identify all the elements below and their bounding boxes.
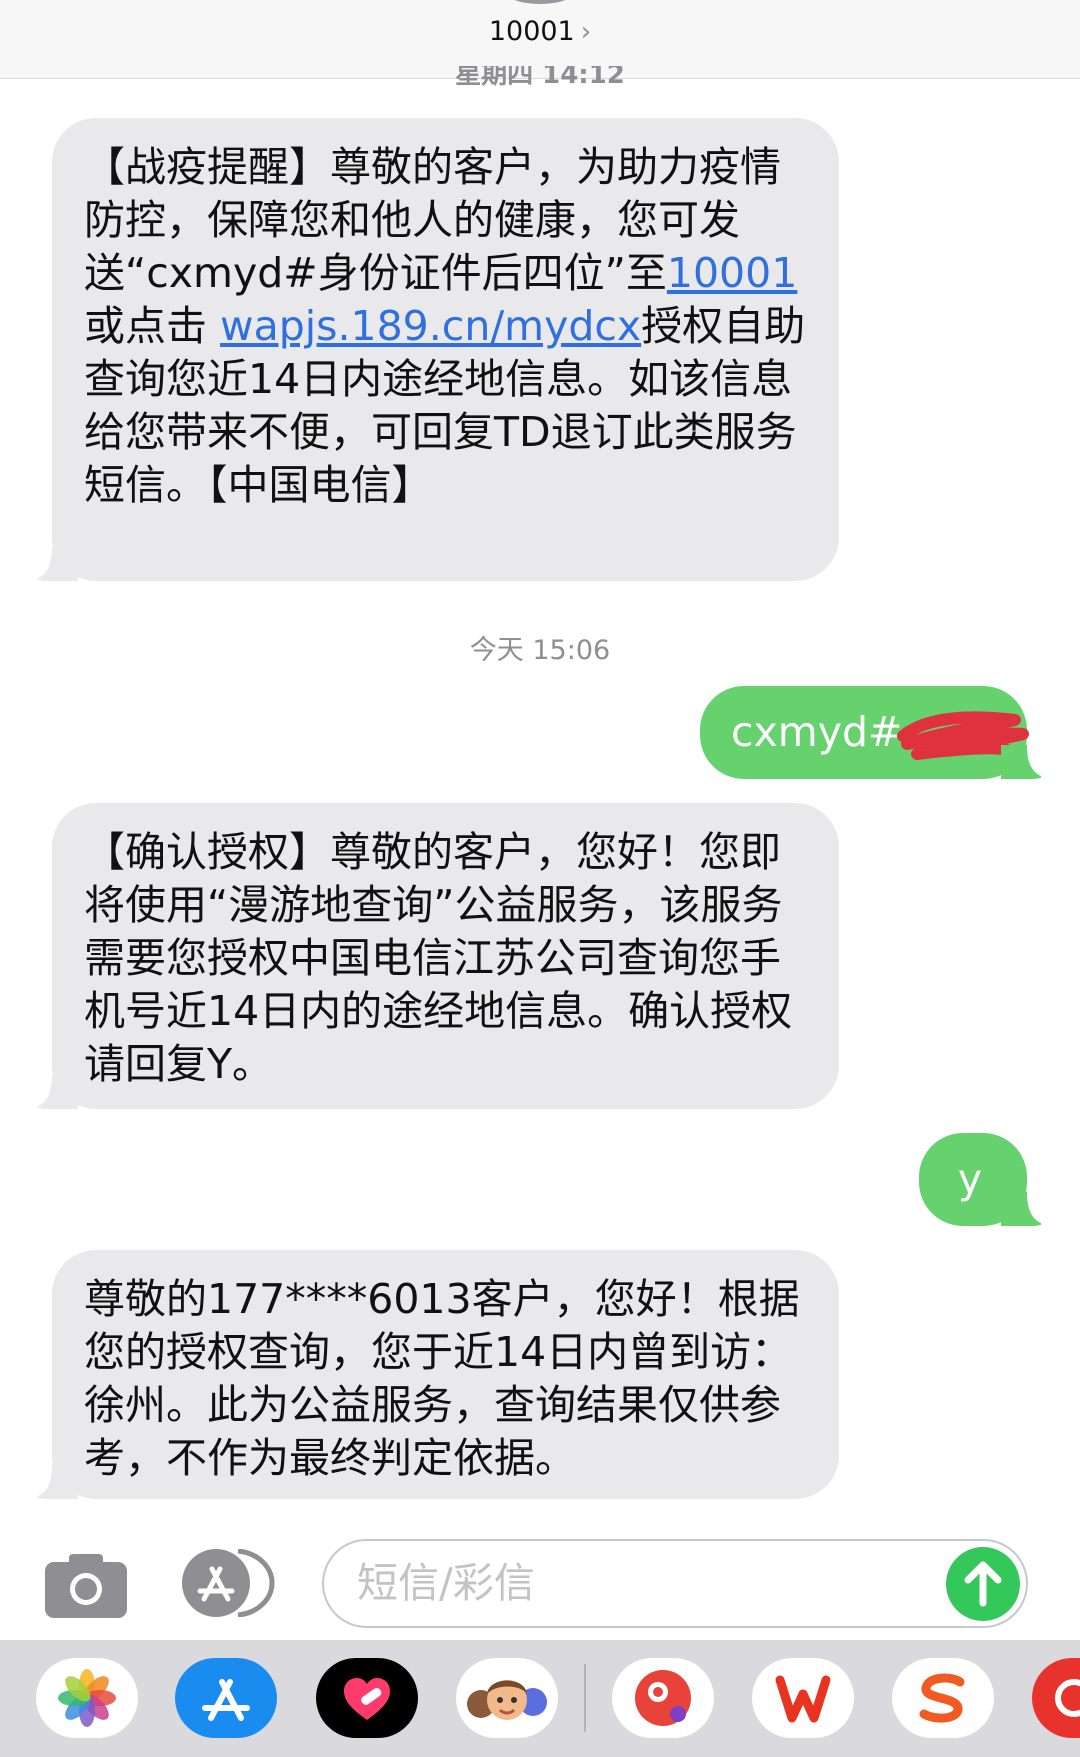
incoming-message[interactable]: 【确认授权】尊敬的客户，您好！您即将使用“漫游地查询”公益服务，该服务需要您授权… (38, 803, 839, 1109)
contact-name-button[interactable]: 10001 › (0, 16, 1080, 47)
memoji-app[interactable] (456, 1658, 558, 1738)
app-icon (1055, 1679, 1080, 1717)
send-button[interactable] (946, 1547, 1020, 1621)
messages-screen: 10001 › 星期四 14:12 【战疫提醒】尊敬的客户，为助力疫情防控，保障您… (0, 0, 1080, 1757)
message-text: y (957, 1155, 983, 1203)
message-text: 【确认授权】尊敬的客户，您好！您即将使用“漫游地查询”公益服务，该服务需要您授权… (84, 828, 793, 1088)
contact-avatar[interactable] (505, 0, 575, 4)
incoming-message[interactable]: 【战疫提醒】尊敬的客户，为助力疫情防控，保障您和他人的健康，您可发送“cxmyd… (38, 118, 839, 581)
outgoing-message[interactable]: cxmyd# (700, 686, 1041, 779)
app-shortcut[interactable] (612, 1658, 714, 1738)
message-input[interactable]: 短信/彩信 (322, 1539, 1028, 1628)
app-icon (635, 1670, 691, 1726)
outgoing-message[interactable]: y (919, 1133, 1041, 1226)
incoming-message[interactable]: 尊敬的177****6013客户，您好！根据您的授权查询，您于近14日内曾到访：… (38, 1250, 839, 1499)
arrow-up-icon (964, 1561, 1002, 1607)
bubble-tail (38, 1075, 78, 1109)
wps-app[interactable] (752, 1658, 854, 1738)
photos-icon (58, 1669, 116, 1727)
message-text: 或点击 (84, 302, 221, 350)
url-link[interactable]: wapjs.189.cn/mydcx (220, 302, 641, 350)
memoji-icon (467, 1680, 547, 1720)
sogou-app[interactable] (892, 1658, 994, 1738)
drawer-divider (584, 1664, 586, 1732)
message-text: cxmyd# (731, 708, 903, 756)
phone-link[interactable]: 10001 (667, 249, 797, 297)
sogou-icon (919, 1673, 965, 1723)
chevron-right-icon: › (580, 17, 592, 47)
contact-name: 10001 (488, 16, 575, 47)
bubble-tail (1001, 745, 1041, 779)
previous-timestamp: 星期四 14:12 (455, 66, 625, 88)
photos-app[interactable] (36, 1658, 138, 1738)
bubble-tail (1001, 1192, 1041, 1226)
app-store-app[interactable] (175, 1658, 277, 1738)
input-placeholder: 短信/彩信 (357, 1559, 535, 1607)
message-text: 尊敬的177****6013客户，您好！根据您的授权查询，您于近14日内曾到访：… (84, 1275, 800, 1482)
bubble-tail (38, 547, 78, 581)
digital-touch-app[interactable] (316, 1658, 418, 1738)
wps-icon (775, 1675, 831, 1723)
timestamp: 今天 15:06 (469, 635, 611, 666)
app-store-icon (202, 1679, 250, 1721)
bubble-tail (38, 1465, 78, 1499)
app-shortcut[interactable] (1032, 1658, 1080, 1738)
app-drawer (0, 1640, 1080, 1757)
camera-icon[interactable] (45, 1554, 127, 1618)
digital-touch-icon (344, 1678, 390, 1720)
app-store-icon[interactable] (182, 1549, 278, 1617)
